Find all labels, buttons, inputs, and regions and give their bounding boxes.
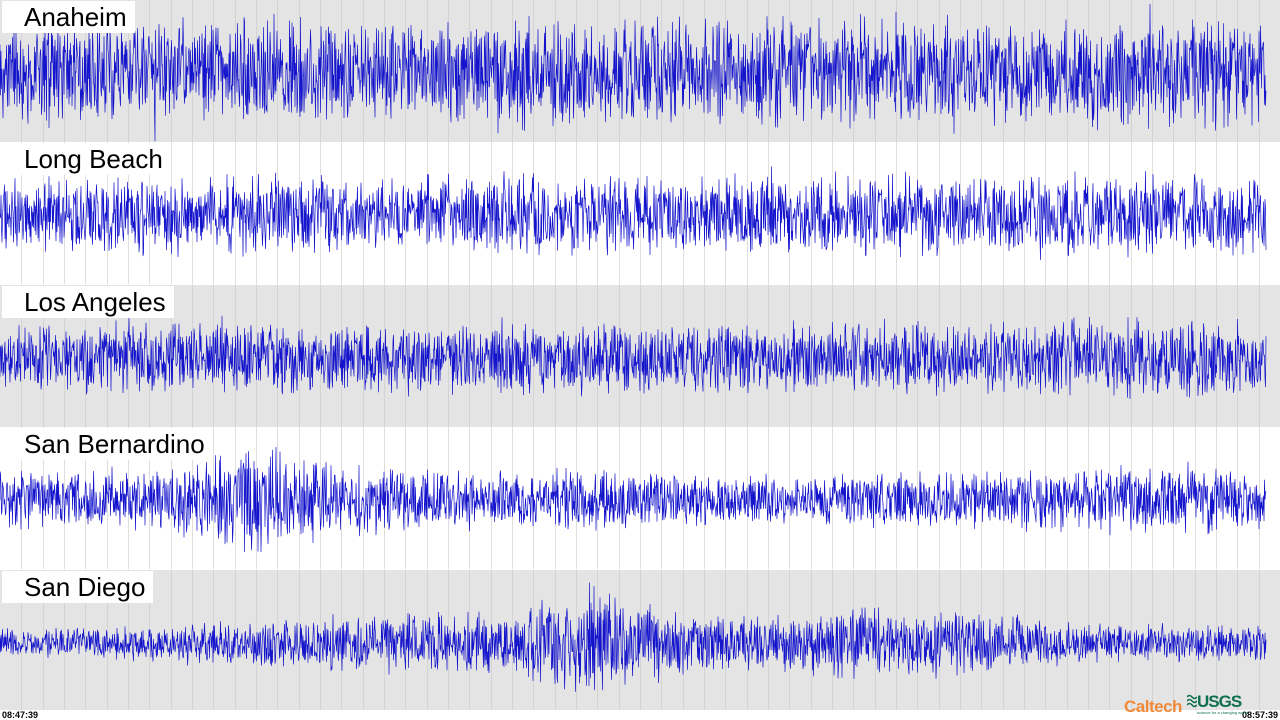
caltech-logo: Caltech bbox=[1124, 697, 1182, 716]
seismogram-plot bbox=[0, 0, 1267, 142]
station-panel: Long Beach bbox=[0, 142, 1280, 284]
station-panel: San Bernardino bbox=[0, 427, 1280, 569]
station-panel: Anaheim bbox=[0, 0, 1280, 142]
station-name: San Bernardino bbox=[2, 428, 213, 460]
seismogram-panels: Anaheim Long Beach Los Angeles San Bernardi… bbox=[0, 0, 1280, 712]
seismogram-trace bbox=[0, 446, 1267, 553]
seismogram-trace bbox=[0, 315, 1267, 400]
time-start-label: 08:47:39 bbox=[2, 710, 39, 720]
usgs-wave-icon bbox=[1187, 694, 1197, 708]
seismogram-plot bbox=[0, 570, 1267, 712]
usgs-wordmark: USGS bbox=[1197, 692, 1242, 711]
station-name: Los Angeles bbox=[2, 286, 174, 318]
seismogram-plot bbox=[0, 285, 1267, 427]
station-panel: San Diego bbox=[0, 570, 1280, 712]
usgs-logo: USGS science for a changing world bbox=[1187, 692, 1248, 718]
seismogram-trace bbox=[0, 3, 1267, 142]
seismogram-plot bbox=[0, 142, 1267, 284]
seismogram-trace bbox=[0, 166, 1267, 261]
usgs-tagline: science for a changing world bbox=[1197, 710, 1248, 715]
footer-bar bbox=[0, 710, 1280, 720]
station-panel: Los Angeles bbox=[0, 285, 1280, 427]
station-name: Long Beach bbox=[2, 143, 171, 175]
station-name: Anaheim bbox=[2, 1, 135, 33]
station-name: San Diego bbox=[2, 571, 154, 603]
seismogram-trace bbox=[0, 582, 1267, 692]
